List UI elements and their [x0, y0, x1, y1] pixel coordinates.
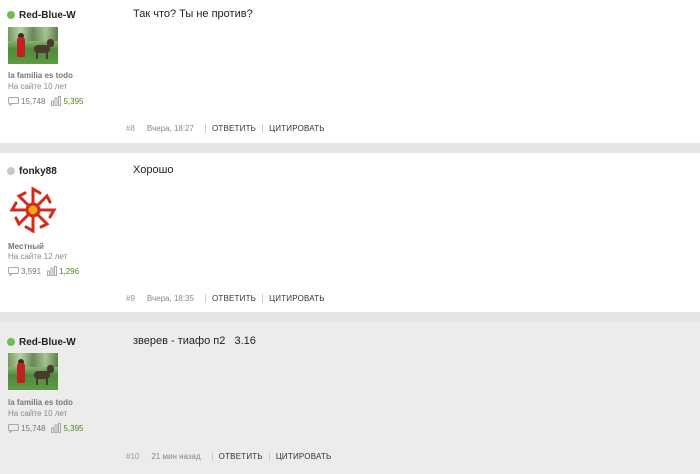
- post-message: Так что? Ты не против?: [133, 8, 253, 20]
- speech-bubble-icon: [8, 423, 19, 433]
- author-stats: 15,748 5,395: [8, 96, 90, 106]
- author-username[interactable]: Red-Blue-W: [19, 337, 76, 348]
- post-footer: #9 Вчера, 18:35 ОТВЕТИТЬ ЦИТИРОВАТЬ: [126, 288, 700, 308]
- author-name-row: fonky88: [7, 164, 57, 178]
- forum-post: Red-Blue-W la familia es todo На сайте 1…: [0, 322, 700, 474]
- post-author-block: fonky88: [7, 164, 57, 178]
- member-since: На сайте 12 лет: [8, 252, 68, 261]
- quote-button[interactable]: ЦИТИРОВАТЬ: [263, 124, 331, 133]
- author-username[interactable]: fonky88: [19, 166, 57, 177]
- post-number[interactable]: #8: [126, 124, 135, 133]
- reputation: 5,395: [51, 423, 84, 433]
- speech-bubble-icon: [8, 266, 19, 276]
- reply-button[interactable]: ОТВЕТИТЬ: [206, 293, 264, 303]
- post-author-block: Red-Blue-W: [7, 335, 76, 349]
- member-since: На сайте 10 лет: [8, 82, 68, 91]
- reputation: 1,296: [47, 266, 79, 276]
- post-author-block: Red-Blue-W: [7, 8, 76, 22]
- quote-button[interactable]: ЦИТИРОВАТЬ: [263, 294, 331, 303]
- author-username[interactable]: Red-Blue-W: [19, 10, 76, 21]
- post-time: 21 мин назад: [151, 451, 213, 461]
- post-number[interactable]: #9: [126, 294, 135, 303]
- avatar[interactable]: [8, 27, 58, 64]
- post-time: Вчера, 18:27: [147, 123, 206, 133]
- author-status: la familia es todo: [8, 398, 73, 407]
- reputation: 5,395: [51, 96, 84, 106]
- post-message: зверев - тиафо п2 3.16: [133, 335, 256, 347]
- post-message: Хорошо: [133, 164, 174, 176]
- author-name-row: Red-Blue-W: [7, 8, 76, 22]
- offline-status-dot: [7, 167, 15, 175]
- online-status-dot: [7, 11, 15, 19]
- post-count: 15,748: [8, 423, 45, 433]
- post-number[interactable]: #10: [126, 452, 139, 461]
- author-status: la familia es todo: [8, 71, 73, 80]
- forum-post: fonky88 Местный На сайте 12 лет 3,591 1,…: [0, 153, 700, 312]
- author-stats: 15,748 5,395: [8, 423, 90, 433]
- speech-bubble-icon: [8, 96, 19, 106]
- author-stats: 3,591 1,296: [8, 266, 85, 276]
- online-status-dot: [7, 338, 15, 346]
- bar-chart-icon: [51, 96, 62, 106]
- avatar[interactable]: [8, 185, 58, 235]
- reply-button[interactable]: ОТВЕТИТЬ: [213, 451, 270, 461]
- post-footer: #8 Вчера, 18:27 ОТВЕТИТЬ ЦИТИРОВАТЬ: [126, 118, 700, 138]
- author-name-row: Red-Blue-W: [7, 335, 76, 349]
- quote-button[interactable]: ЦИТИРОВАТЬ: [270, 452, 338, 461]
- reply-button[interactable]: ОТВЕТИТЬ: [206, 123, 264, 133]
- bar-chart-icon: [47, 266, 58, 276]
- post-count: 15,748: [8, 96, 45, 106]
- post-footer: #10 21 мин назад ОТВЕТИТЬ ЦИТИРОВАТЬ: [126, 446, 700, 466]
- bar-chart-icon: [51, 423, 62, 433]
- forum-post: Red-Blue-W la familia es todo На сайте 1…: [0, 0, 700, 143]
- avatar[interactable]: [8, 353, 58, 390]
- author-status: Местный: [8, 242, 44, 251]
- member-since: На сайте 10 лет: [8, 409, 68, 418]
- post-count: 3,591: [8, 266, 41, 276]
- post-time: Вчера, 18:35: [147, 293, 206, 303]
